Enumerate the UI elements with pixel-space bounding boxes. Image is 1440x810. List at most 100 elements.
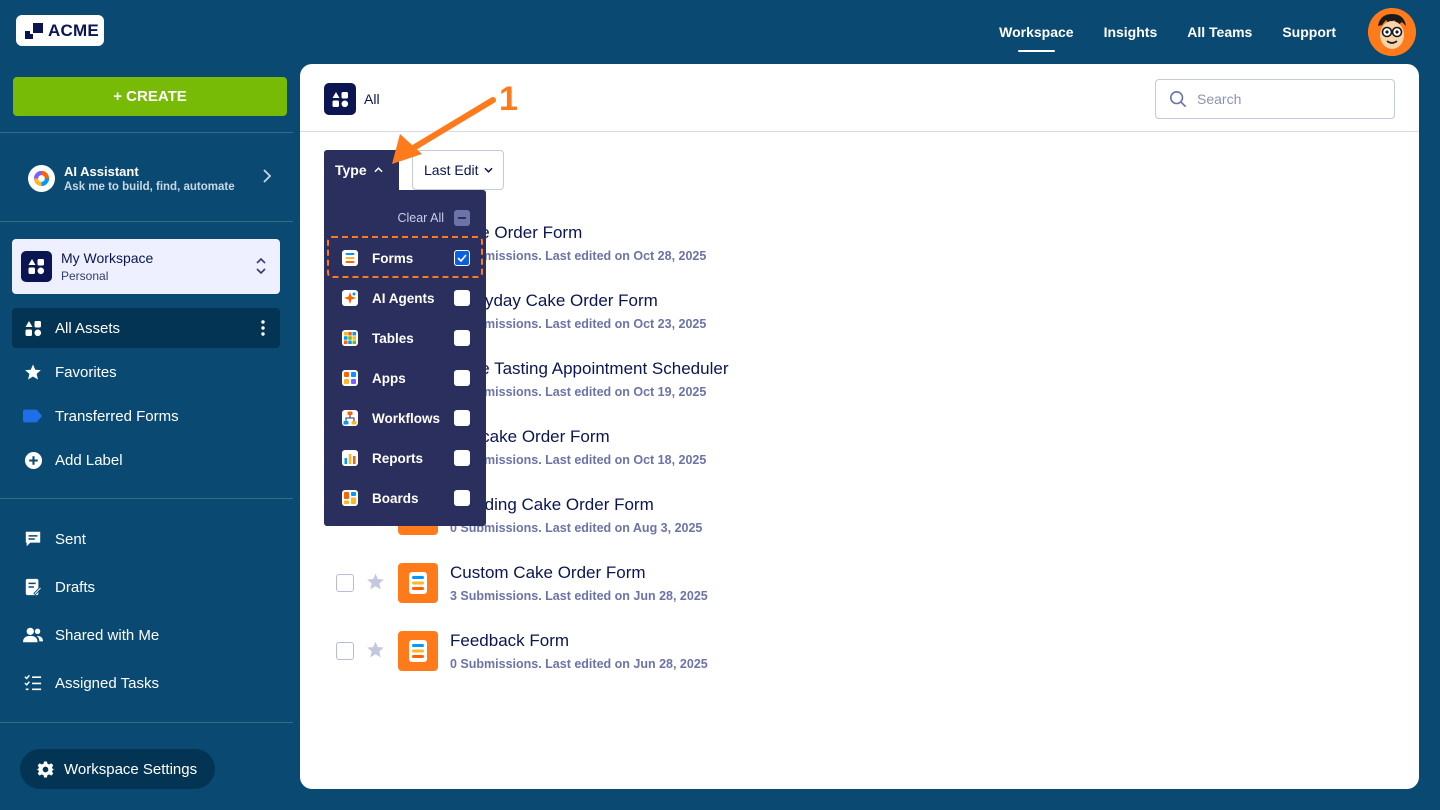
sort-label: Last Edit (424, 162, 479, 178)
type-option-tables[interactable]: Tables (324, 318, 486, 358)
workspace-name: My Workspace (61, 250, 154, 266)
type-option-ai-agents[interactable]: AI Agents (324, 278, 486, 318)
row-checkbox[interactable] (336, 574, 354, 592)
sidebar-item-label: Sent (55, 530, 86, 548)
nav-insights[interactable]: Insights (1104, 24, 1158, 40)
search-box[interactable] (1155, 79, 1395, 119)
favorite-star-icon[interactable] (366, 572, 385, 596)
ai-assistant-title: AI Assistant (64, 163, 139, 179)
logo-mark-icon (25, 22, 43, 39)
sidebar-divider (0, 132, 293, 133)
ai-agents-icon (342, 290, 358, 306)
type-filter-label: Type (335, 162, 367, 178)
sidebar-item-label: Drafts (55, 578, 96, 596)
clear-all-button[interactable]: Clear All (397, 210, 470, 226)
tables-icon (342, 330, 358, 346)
option-checkbox[interactable] (454, 450, 470, 466)
type-filter-button[interactable]: Type (324, 150, 399, 190)
option-checkbox[interactable] (454, 410, 470, 426)
sent-icon (23, 529, 43, 549)
sidebar-divider (0, 722, 293, 723)
more-options-icon[interactable] (261, 320, 265, 340)
nav-support[interactable]: Support (1282, 24, 1336, 40)
indeterminate-checkbox-icon (454, 210, 470, 226)
workspace-settings-button[interactable]: Workspace Settings (20, 749, 215, 789)
chevron-right-icon (262, 168, 272, 189)
form-meta: 0 Submissions. Last edited on Oct 19, 20… (450, 385, 707, 399)
option-label: Apps (372, 370, 406, 386)
list-item[interactable]: Feedback Form 0 Submissions. Last edited… (300, 616, 1419, 684)
option-checkbox[interactable] (454, 370, 470, 386)
logo-text: ACME (48, 20, 99, 40)
clear-all-label: Clear All (397, 211, 444, 225)
form-icon (398, 631, 438, 671)
apps-icon (342, 370, 358, 386)
option-label: Boards (372, 490, 419, 506)
type-option-boards[interactable]: Boards (324, 478, 486, 518)
last-edit-sort-button[interactable]: Last Edit (412, 150, 504, 190)
ai-assistant-button[interactable]: AI Assistant Ask me to build, find, auto… (28, 160, 278, 196)
sidebar-item-drafts[interactable]: Drafts (12, 567, 280, 607)
workspace-switcher[interactable]: My Workspace Personal (12, 239, 280, 294)
list-item[interactable]: Custom Cake Order Form 3 Submissions. La… (300, 548, 1419, 616)
sidebar-item-transferred-forms[interactable]: Transferred Forms (12, 396, 280, 436)
type-option-workflows[interactable]: Workflows (324, 398, 486, 438)
form-title[interactable]: Feedback Form (450, 631, 569, 651)
acme-logo[interactable]: ACME (16, 15, 104, 46)
sidebar-item-label: Favorites (55, 363, 117, 381)
forms-icon (342, 250, 358, 266)
shared-users-icon (23, 625, 43, 645)
all-assets-icon (324, 83, 356, 115)
option-label: Forms (372, 250, 414, 266)
form-title[interactable]: Custom Cake Order Form (450, 563, 646, 583)
tasks-list-icon (23, 673, 43, 693)
type-option-apps[interactable]: Apps (324, 358, 486, 398)
sidebar-item-shared-with-me[interactable]: Shared with Me (12, 615, 280, 655)
option-checkbox-checked[interactable] (454, 250, 470, 266)
page-title: All (364, 91, 380, 107)
chevron-up-down-icon (255, 257, 267, 280)
sidebar-divider (0, 498, 293, 499)
form-icon (398, 563, 438, 603)
label-tag-icon (23, 406, 43, 426)
form-meta: 1 Submissions. Last edited on Oct 28, 20… (450, 249, 707, 263)
sidebar-item-assigned-tasks[interactable]: Assigned Tasks (12, 663, 280, 703)
drafts-icon (23, 577, 43, 597)
search-icon (1169, 90, 1187, 108)
type-filter-dropdown: Clear All Forms AI Agents Tables Apps Wo… (324, 190, 486, 526)
sidebar-item-label: Shared with Me (55, 626, 160, 644)
annotation-step-number: 1 (499, 80, 518, 118)
star-icon (23, 362, 43, 382)
nav-workspace[interactable]: Workspace (999, 24, 1074, 52)
search-input[interactable] (1197, 91, 1387, 107)
chevron-up-icon (374, 167, 383, 173)
reports-icon (342, 450, 358, 466)
type-option-forms[interactable]: Forms (324, 238, 486, 278)
sidebar-item-add-label[interactable]: Add Label (12, 440, 280, 480)
sidebar-item-all-assets[interactable]: All Assets (12, 308, 280, 348)
chevron-down-icon (484, 167, 494, 173)
form-meta: 0 Submissions. Last edited on Aug 3, 202… (450, 521, 703, 535)
row-checkbox[interactable] (336, 642, 354, 660)
workspace-type: Personal (61, 269, 109, 283)
sidebar-divider (0, 221, 293, 222)
sidebar-item-favorites[interactable]: Favorites (12, 352, 280, 392)
option-label: Workflows (372, 410, 441, 426)
favorite-star-icon[interactable] (366, 640, 385, 664)
user-avatar[interactable] (1368, 8, 1416, 56)
form-meta: 3 Submissions. Last edited on Jun 28, 20… (450, 589, 708, 603)
sidebar-item-sent[interactable]: Sent (12, 519, 280, 559)
sidebar-item-label: Add Label (55, 451, 123, 469)
option-checkbox[interactable] (454, 290, 470, 306)
form-title[interactable]: Cake Tasting Appointment Scheduler (450, 359, 728, 379)
workflows-icon (342, 410, 358, 426)
workspace-settings-label: Workspace Settings (64, 760, 198, 778)
option-checkbox[interactable] (454, 490, 470, 506)
create-button[interactable]: + CREATE (13, 77, 287, 116)
type-option-reports[interactable]: Reports (324, 438, 486, 478)
nav-all-teams[interactable]: All Teams (1187, 24, 1252, 40)
ai-assistant-subtitle: Ask me to build, find, automate (64, 180, 235, 193)
gear-icon (36, 760, 55, 779)
ai-assistant-icon (28, 164, 55, 192)
option-checkbox[interactable] (454, 330, 470, 346)
